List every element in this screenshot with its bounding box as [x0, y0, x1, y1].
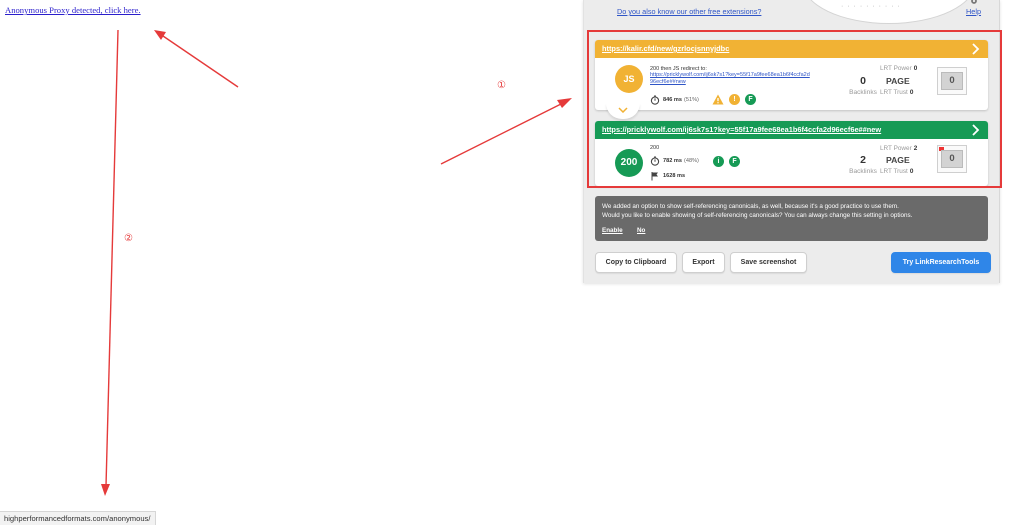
arrow-to-proxy-link [162, 35, 239, 88]
arrow-2-to-status-bar [105, 29, 119, 487]
arrow-2-head [101, 484, 110, 496]
annotation-arrows [101, 29, 572, 496]
status-bar-url: highperformancedformats.com/anonymous/ [0, 511, 157, 525]
arrow-1-head [557, 98, 572, 108]
arrow-1-to-box [440, 102, 564, 165]
chevron-down-icon[interactable] [618, 107, 628, 113]
arrow-proxy-head [154, 30, 166, 40]
